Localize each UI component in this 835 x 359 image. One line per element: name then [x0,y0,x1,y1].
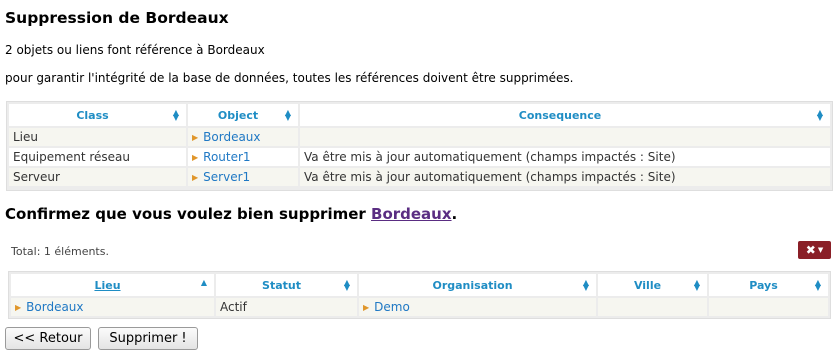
cell-object: ▶ Bordeaux [188,128,298,146]
lieu-link-bordeaux[interactable]: Bordeaux [26,300,83,314]
column-header-consequence[interactable]: Consequence ▲ ▼ [300,104,830,126]
total-count: Total: 1 éléments. [11,245,109,258]
column-header-pays[interactable]: Pays ▲ ▼ [709,274,828,296]
sort-icon: ▲ ▼ [343,278,351,292]
bullet-triangle-icon: ▶ [363,303,370,312]
column-header-organisation[interactable]: Organisation ▲ ▼ [359,274,596,296]
table-row: Lieu ▶ Bordeaux [9,128,830,146]
page: Suppression de Bordeaux 2 objets ou lien… [0,0,835,359]
references-table: Class ▲ ▼ Object ▲ ▼ Consequence ▲ ▼ Lieu [7,102,832,188]
object-link-bordeaux[interactable]: Bordeaux [203,130,260,144]
table-row: ▶ Bordeaux Actif ▶ Demo [11,298,828,316]
object-link-router1[interactable]: Router1 [203,150,250,164]
column-header-statut[interactable]: Statut ▲ ▼ [216,274,357,296]
sort-ascending-icon: ▲ [200,278,208,287]
column-header-class[interactable]: Class ▲ ▼ [9,104,186,126]
cell-class: Equipement réseau [9,148,186,166]
chevron-down-icon: ▼ [817,245,824,254]
bullet-triangle-icon: ▶ [15,303,22,312]
bullet-triangle-icon: ▶ [192,153,199,162]
sort-icon: ▲ ▼ [582,278,590,292]
cell-pays [709,298,828,316]
page-title: Suppression de Bordeaux [5,9,229,27]
object-list-table: Lieu ▲ Statut ▲ ▼ Organisation ▲ ▼ Ville ▲… [9,272,830,318]
cell-consequence [300,128,830,146]
cell-class: Lieu [9,128,186,146]
confirm-heading: Confirmez que vous voulez bien supprimer… [5,205,458,223]
sort-icon: ▲ ▼ [814,278,822,292]
cell-class: Serveur [9,168,186,186]
table-row: Equipement réseau ▶ Router1 Va être mis à… [9,148,830,166]
references-count-text: 2 objets ou liens font référence à Borde… [5,43,265,57]
back-button[interactable]: << Retour [5,327,91,350]
column-header-ville[interactable]: Ville ▲ ▼ [598,274,707,296]
tools-icon: ✖ [805,243,816,257]
column-header-object[interactable]: Object ▲ ▼ [188,104,298,126]
cell-ville [598,298,707,316]
object-list-container: Lieu ▲ Statut ▲ ▼ Organisation ▲ ▼ Ville ▲… [8,271,831,319]
cell-object: ▶ Router1 [188,148,298,166]
table-row: Serveur ▶ Server1 Va être mis à jour auto… [9,168,830,186]
delete-button[interactable]: Supprimer ! [98,327,198,350]
object-link-server1[interactable]: Server1 [203,170,250,184]
integrity-notice-text: pour garantir l'intégrité de la base de … [5,71,574,85]
bullet-triangle-icon: ▶ [192,173,199,182]
cell-object: ▶ Server1 [188,168,298,186]
sort-icon: ▲ ▼ [284,108,292,122]
references-table-container: Class ▲ ▼ Object ▲ ▼ Consequence ▲ ▼ Lieu [6,101,833,191]
cell-lieu: ▶ Bordeaux [11,298,214,316]
cell-statut: Actif [216,298,357,316]
cell-consequence: Va être mis à jour automatiquement (cham… [300,148,830,166]
cell-organisation: ▶ Demo [359,298,596,316]
sort-icon: ▲ ▼ [816,108,824,122]
confirm-object-link[interactable]: Bordeaux [371,205,452,223]
cell-consequence: Va être mis à jour automatiquement (cham… [300,168,830,186]
tools-menu-button[interactable]: ✖ ▼ [798,241,831,259]
organisation-link-demo[interactable]: Demo [374,300,410,314]
sort-icon: ▲ ▼ [693,278,701,292]
bullet-triangle-icon: ▶ [192,133,199,142]
sort-icon: ▲ ▼ [172,108,180,122]
column-header-lieu[interactable]: Lieu ▲ [11,274,214,296]
